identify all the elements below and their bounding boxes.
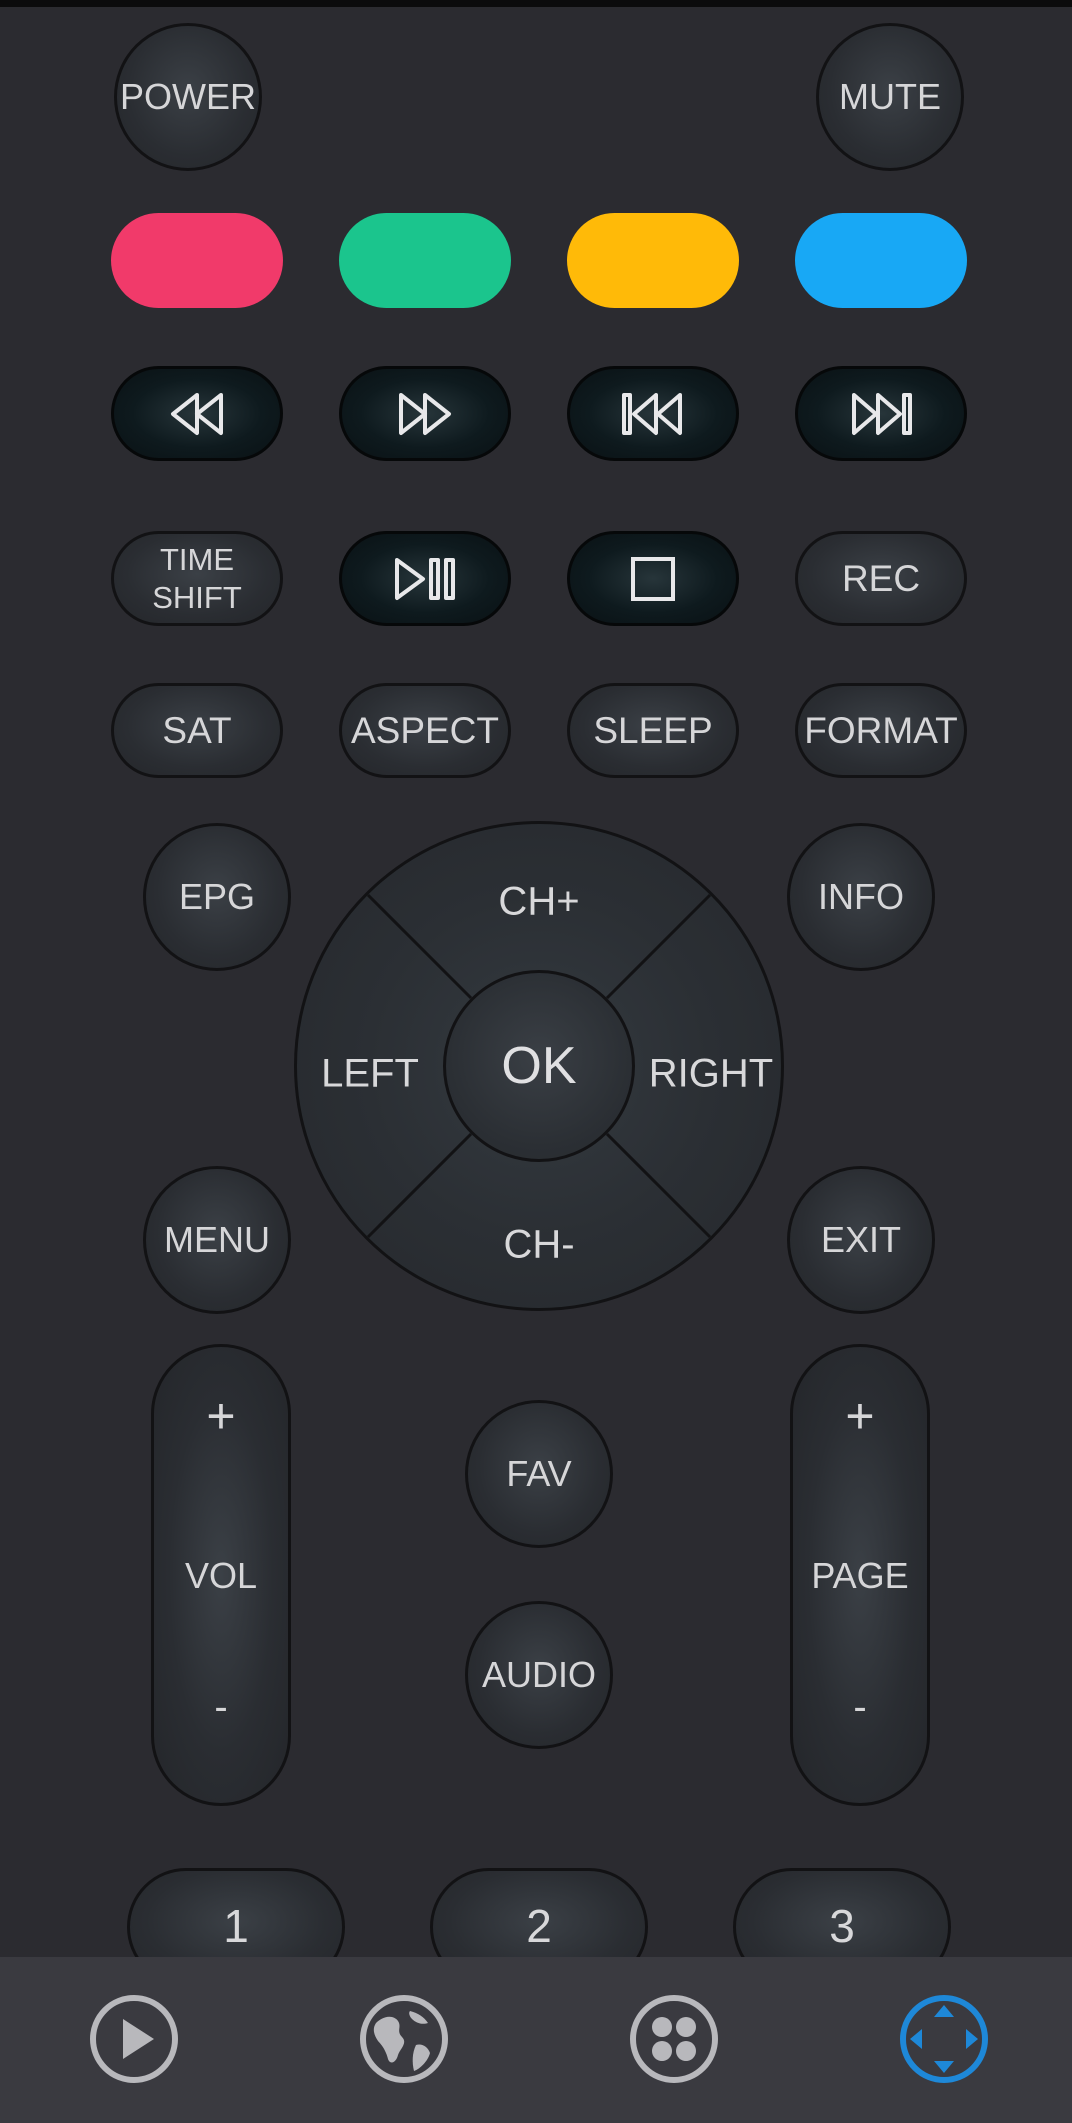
timeshift-label-line1: TIME (159, 541, 235, 577)
stop-button[interactable] (567, 531, 739, 626)
number-2-label: 2 (526, 1900, 552, 1952)
audio-label: AUDIO (481, 1654, 596, 1695)
menu-button[interactable]: MENU (143, 1166, 291, 1314)
nav-tab-apps[interactable] (628, 1993, 720, 2085)
sleep-button[interactable]: SLEEP (567, 683, 739, 778)
green-key-button[interactable] (339, 213, 511, 308)
info-button[interactable]: INFO (787, 823, 935, 971)
number-3-label: 3 (829, 1900, 855, 1952)
dpad-down-button[interactable]: CH- (503, 1223, 574, 1268)
aspect-label: ASPECT (350, 709, 500, 751)
format-button[interactable]: FORMAT (795, 683, 967, 778)
play-pause-icon (393, 556, 457, 602)
nav-tab-remote[interactable] (898, 1993, 990, 2085)
status-strip (0, 0, 1072, 7)
page-label: PAGE (811, 1555, 909, 1596)
page-rocker: + PAGE - (790, 1344, 930, 1806)
volume-up-button[interactable]: + (154, 1387, 288, 1445)
skip-next-icon (848, 391, 914, 437)
ok-button[interactable]: OK (443, 970, 635, 1162)
exit-label: EXIT (820, 1219, 901, 1260)
page-down-button[interactable]: - (793, 1685, 927, 1730)
power-label: POWER (119, 76, 256, 117)
nav-tab-media[interactable] (88, 1993, 180, 2085)
dpad-up-button[interactable]: CH+ (498, 880, 579, 925)
play-icon (88, 1993, 180, 2085)
rewind-icon (167, 391, 227, 437)
format-label: FORMAT (804, 709, 958, 751)
globe-icon (358, 1993, 450, 2085)
fast-forward-button[interactable] (339, 366, 511, 461)
yellow-key-button[interactable] (567, 213, 739, 308)
sat-label: SAT (162, 709, 232, 751)
blue-key-button[interactable] (795, 213, 967, 308)
timeshift-button[interactable]: TIME SHIFT (111, 531, 283, 626)
apps-icon (628, 1993, 720, 2085)
red-key-button[interactable] (111, 213, 283, 308)
number-1-label: 1 (223, 1900, 249, 1952)
play-pause-button[interactable] (339, 531, 511, 626)
dpad-icon (898, 1993, 990, 2085)
fast-forward-icon (395, 391, 455, 437)
epg-button[interactable]: EPG (143, 823, 291, 971)
menu-label: MENU (164, 1219, 270, 1260)
info-label: INFO (818, 876, 904, 917)
volume-down-button[interactable]: - (154, 1685, 288, 1730)
mute-button[interactable]: MUTE (816, 23, 964, 171)
power-button[interactable]: POWER (114, 23, 262, 171)
skip-previous-button[interactable] (567, 366, 739, 461)
nav-tab-web[interactable] (358, 1993, 450, 2085)
mute-label: MUTE (839, 76, 941, 117)
timeshift-label-line2: SHIFT (152, 579, 242, 615)
sleep-label: SLEEP (593, 709, 713, 751)
skip-previous-icon (620, 391, 686, 437)
rewind-button[interactable] (111, 366, 283, 461)
fav-label: FAV (506, 1453, 572, 1494)
epg-label: EPG (178, 876, 256, 917)
fav-button[interactable]: FAV (465, 1400, 613, 1548)
page-up-button[interactable]: + (793, 1387, 927, 1445)
bottom-navigation-bar (0, 1957, 1072, 2123)
volume-label: VOL (184, 1555, 258, 1596)
exit-button[interactable]: EXIT (787, 1166, 935, 1314)
rec-button[interactable]: REC (795, 531, 967, 626)
stop-icon (630, 556, 676, 602)
ok-label: OK (501, 1037, 577, 1095)
aspect-button[interactable]: ASPECT (339, 683, 511, 778)
sat-button[interactable]: SAT (111, 683, 283, 778)
dpad-left-button[interactable]: LEFT (321, 1052, 419, 1097)
rec-label: REC (841, 557, 921, 599)
audio-button[interactable]: AUDIO (465, 1601, 613, 1749)
volume-rocker: + VOL - (151, 1344, 291, 1806)
dpad[interactable]: CH+ CH- LEFT RIGHT OK (294, 821, 784, 1311)
dpad-right-button[interactable]: RIGHT (649, 1052, 773, 1097)
skip-next-button[interactable] (795, 366, 967, 461)
